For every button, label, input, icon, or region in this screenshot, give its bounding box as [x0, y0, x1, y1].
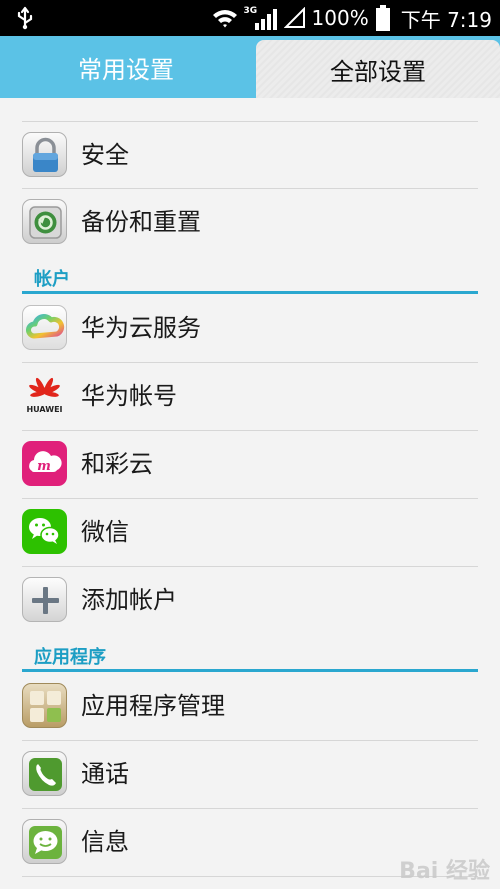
cloud-service-icon: [22, 305, 67, 350]
list-item-backup-reset[interactable]: 备份和重置: [0, 189, 500, 255]
status-bar: 3G 100% 下午 7:19: [0, 0, 500, 36]
tab-all-settings[interactable]: 全部设置: [256, 40, 500, 98]
item-label: 添加帐户: [81, 586, 177, 614]
caiyun-cloud-icon: m: [22, 441, 67, 486]
backup-restore-icon: [22, 199, 67, 244]
wifi-icon: [212, 10, 237, 28]
svg-text:m: m: [37, 459, 51, 474]
no-sim-signal-icon: [283, 7, 305, 28]
settings-list: 安全 备份和重置 帐户 华为云服务 HUAWEI 华为帐号 m 和彩云 微信 添…: [0, 98, 500, 889]
add-account-icon: [22, 577, 67, 622]
item-label: 华为帐号: [81, 382, 177, 410]
usb-icon: [17, 6, 33, 30]
list-item-security[interactable]: 安全: [0, 122, 500, 188]
section-title: 帐户: [34, 269, 70, 290]
battery-icon: [375, 5, 390, 31]
list-item-caiyun[interactable]: m 和彩云: [0, 431, 500, 497]
list-item-app-manager[interactable]: 应用程序管理: [0, 673, 500, 739]
app-manager-icon: [22, 683, 67, 728]
huawei-logo-icon: HUAWEI: [22, 373, 67, 418]
battery-percent: 100%: [311, 6, 369, 30]
watermark: Bai 经验: [399, 859, 490, 884]
section-accounts: 帐户: [0, 257, 500, 297]
section-title: 应用程序: [34, 647, 106, 668]
message-icon: [22, 819, 67, 864]
section-divider: [22, 291, 478, 294]
item-label: 备份和重置: [81, 208, 201, 236]
list-item-huawei-cloud[interactable]: 华为云服务: [0, 295, 500, 361]
item-label: 应用程序管理: [81, 692, 225, 720]
cellular-signal-icon: 3G: [244, 6, 278, 30]
lock-icon: [22, 132, 67, 177]
item-label: 华为云服务: [81, 314, 201, 342]
item-label: 通话: [81, 760, 129, 788]
list-item-calls[interactable]: 通话: [0, 741, 500, 807]
list-item-huawei-account[interactable]: HUAWEI 华为帐号: [0, 363, 500, 429]
phone-icon: [22, 751, 67, 796]
wechat-icon: [22, 509, 67, 554]
clock: 下午 7:19: [400, 7, 492, 32]
section-divider: [22, 669, 478, 672]
item-label: 微信: [81, 518, 129, 546]
item-label: 和彩云: [81, 450, 153, 478]
item-label: 信息: [81, 828, 129, 856]
settings-tabs: 常用设置 全部设置: [0, 36, 500, 98]
list-item-partial[interactable]: [0, 98, 500, 106]
item-label: 安全: [81, 141, 129, 169]
tab-common-settings[interactable]: 常用设置: [0, 36, 252, 98]
list-item-add-account[interactable]: 添加帐户: [0, 567, 500, 633]
huawei-logo-text: HUAWEI: [26, 405, 63, 414]
section-applications: 应用程序: [0, 635, 500, 675]
status-icons: 3G 100% 下午 7:19: [212, 0, 492, 36]
list-item-wechat[interactable]: 微信: [0, 499, 500, 565]
